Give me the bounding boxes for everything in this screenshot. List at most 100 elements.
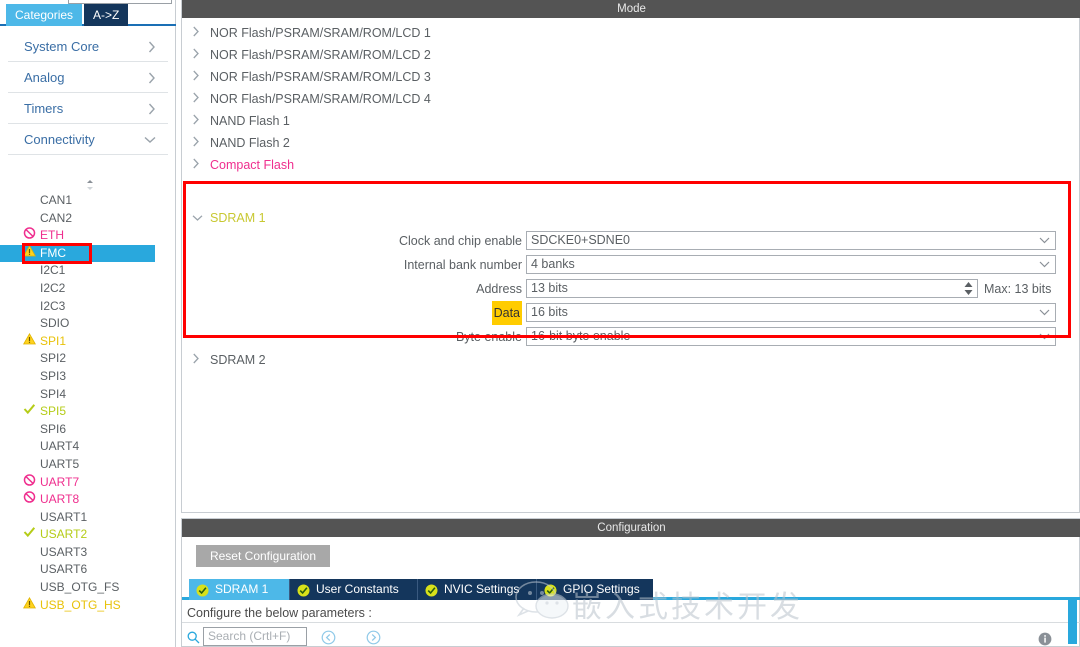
field-combobox[interactable]: 16 bits bbox=[526, 303, 1056, 322]
peripheral-item-i2c1[interactable]: I2C1 bbox=[0, 262, 176, 280]
field-spinner[interactable]: 13 bits bbox=[526, 279, 978, 298]
config-tab-nvic-settings[interactable]: NVIC Settings bbox=[417, 579, 536, 600]
tab-categories[interactable]: Categories bbox=[6, 4, 83, 26]
spinner-arrows-icon[interactable] bbox=[963, 281, 974, 296]
peripheral-item-uart4[interactable]: UART4 bbox=[0, 438, 176, 456]
peripheral-item-i2c2[interactable]: I2C2 bbox=[0, 280, 176, 298]
mode-tree-item-sdram2[interactable]: SDRAM 2 bbox=[182, 349, 1080, 371]
sdram1-field-row: Internal bank number 4 banks bbox=[182, 253, 1080, 277]
mode-tree-item[interactable]: NOR Flash/PSRAM/SRAM/ROM/LCD 1 bbox=[182, 22, 1080, 44]
field-combobox[interactable]: 16-bit byte enable bbox=[526, 327, 1056, 346]
config-tab-sdram-1[interactable]: SDRAM 1 bbox=[189, 579, 289, 600]
twisty-icon[interactable] bbox=[192, 22, 206, 44]
field-label: Address bbox=[476, 282, 522, 296]
prev-icon[interactable] bbox=[321, 630, 336, 645]
tab-a-to-z[interactable]: A->Z bbox=[84, 4, 129, 26]
mode-tree-label: Compact Flash bbox=[210, 158, 295, 172]
config-tab-gpio-settings[interactable]: GPIO Settings bbox=[536, 579, 653, 600]
peripheral-item-usart6[interactable]: USART6 bbox=[0, 561, 176, 579]
twisty-icon[interactable] bbox=[192, 66, 206, 88]
peripheral-label: USB_OTG_HS bbox=[40, 597, 121, 612]
search-input[interactable]: Search (Crtl+F) bbox=[203, 627, 307, 646]
peripheral-item-usart1[interactable]: USART1 bbox=[0, 509, 176, 527]
field-label: Data bbox=[491, 301, 522, 325]
mode-panel: Mode NOR Flash/PSRAM/SRAM/ROM/LCD 1 NOR F… bbox=[181, 0, 1080, 513]
next-icon[interactable] bbox=[366, 630, 381, 645]
peripheral-item-i2c3[interactable]: I2C3 bbox=[0, 298, 176, 316]
peripheral-item-spi3[interactable]: SPI3 bbox=[0, 368, 176, 386]
mode-tree-label: NAND Flash 2 bbox=[210, 136, 290, 150]
peripheral-label: I2C2 bbox=[40, 280, 66, 295]
mode-tree-item[interactable]: NOR Flash/PSRAM/SRAM/ROM/LCD 2 bbox=[182, 44, 1080, 66]
blank-icon bbox=[22, 298, 37, 316]
peripheral-item-spi4[interactable]: SPI4 bbox=[0, 386, 176, 404]
info-icon[interactable] bbox=[1038, 632, 1052, 646]
peripheral-item-spi1[interactable]: SPI1 bbox=[0, 332, 176, 351]
peripheral-label: ETH bbox=[40, 228, 64, 243]
chevron-down-icon bbox=[144, 124, 156, 155]
peripheral-item-sdio[interactable]: SDIO bbox=[0, 315, 176, 333]
peripheral-label: I2C1 bbox=[40, 263, 66, 278]
twisty-icon[interactable] bbox=[192, 349, 206, 371]
mode-tree: NOR Flash/PSRAM/SRAM/ROM/LCD 1 NOR Flash/… bbox=[182, 22, 1080, 176]
peripheral-label: SPI1 bbox=[40, 333, 67, 348]
peripheral-label: SPI6 bbox=[40, 421, 67, 436]
category-label: Timers bbox=[24, 101, 64, 116]
peripheral-label: SDIO bbox=[40, 316, 70, 331]
twisty-icon[interactable] bbox=[192, 88, 206, 110]
blank-icon bbox=[22, 210, 37, 228]
peripheral-item-fmc[interactable]: FMC bbox=[0, 244, 155, 263]
peripheral-item-eth[interactable]: ETH bbox=[0, 227, 176, 245]
mode-tree-item[interactable]: NAND Flash 2 bbox=[182, 132, 1080, 154]
mode-tree-item[interactable]: NAND Flash 1 bbox=[182, 110, 1080, 132]
sdram1-fields: SDRAM 1 Clock and chip enable SDCKE0+SDNE0… bbox=[182, 207, 1080, 371]
mode-tree-label: NOR Flash/PSRAM/SRAM/ROM/LCD 4 bbox=[210, 92, 431, 106]
peripheral-item-spi5[interactable]: SPI5 bbox=[0, 403, 176, 421]
twisty-icon[interactable] bbox=[192, 132, 206, 154]
twisty-icon[interactable] bbox=[192, 110, 206, 132]
peripheral-item-uart5[interactable]: UART5 bbox=[0, 456, 176, 474]
peripheral-item-usart3[interactable]: USART3 bbox=[0, 544, 176, 562]
peripheral-label: USART6 bbox=[40, 562, 88, 577]
configuration-scrollbar-thumb[interactable] bbox=[1068, 598, 1077, 644]
peripheral-item-uart8[interactable]: UART8 bbox=[0, 491, 176, 509]
category-connectivity[interactable]: Connectivity bbox=[8, 124, 168, 155]
peripheral-label: FMC bbox=[40, 245, 66, 260]
twisty-icon[interactable] bbox=[192, 207, 206, 229]
reset-configuration-button[interactable]: Reset Configuration bbox=[196, 545, 330, 567]
peripheral-item-spi6[interactable]: SPI6 bbox=[0, 421, 176, 439]
peripheral-item-usart2[interactable]: USART2 bbox=[0, 526, 176, 544]
chevron-right-icon bbox=[148, 93, 156, 124]
category-analog[interactable]: Analog bbox=[8, 62, 168, 93]
mode-tree-item[interactable]: Compact Flash bbox=[182, 154, 1080, 176]
peripheral-label: SPI3 bbox=[40, 368, 67, 383]
field-combobox[interactable]: 4 banks bbox=[526, 255, 1056, 274]
blank-icon bbox=[22, 456, 37, 474]
category-label: Analog bbox=[24, 70, 65, 85]
category-timers[interactable]: Timers bbox=[8, 93, 168, 124]
field-combobox[interactable]: SDCKE0+SDNE0 bbox=[526, 231, 1056, 250]
sdram1-field-row: Clock and chip enable SDCKE0+SDNE0 bbox=[182, 229, 1080, 253]
twisty-icon[interactable] bbox=[192, 154, 206, 176]
mode-tree-item-sdram1[interactable]: SDRAM 1 bbox=[182, 207, 1080, 229]
peripheral-item-usb_otg_hs[interactable]: USB_OTG_HS bbox=[0, 596, 176, 615]
peripheral-item-spi2[interactable]: SPI2 bbox=[0, 350, 176, 368]
twisty-icon[interactable] bbox=[192, 44, 206, 66]
peripheral-item-can1[interactable]: CAN1 bbox=[0, 192, 176, 210]
mode-tree-item[interactable]: NOR Flash/PSRAM/SRAM/ROM/LCD 4 bbox=[182, 88, 1080, 110]
warning-icon bbox=[22, 596, 37, 615]
config-tab-user-constants[interactable]: User Constants bbox=[289, 579, 417, 600]
category-system-core[interactable]: System Core bbox=[8, 31, 168, 62]
scroll-up-indicator[interactable] bbox=[84, 179, 96, 191]
no-entry-icon bbox=[22, 491, 37, 509]
configure-parameters-note: Configure the below parameters : bbox=[182, 603, 1080, 623]
peripheral-item-usb_otg_fs[interactable]: USB_OTG_FS bbox=[0, 579, 176, 597]
blank-icon bbox=[22, 386, 37, 404]
category-list: System Core Analog Timers Connectivity bbox=[8, 31, 168, 155]
config-tab-label: NVIC Settings bbox=[444, 582, 520, 596]
peripheral-label: UART5 bbox=[40, 456, 80, 471]
mode-tree-item[interactable]: NOR Flash/PSRAM/SRAM/ROM/LCD 3 bbox=[182, 66, 1080, 88]
peripheral-item-can2[interactable]: CAN2 bbox=[0, 210, 176, 228]
peripheral-item-uart7[interactable]: UART7 bbox=[0, 473, 176, 492]
sdram2-label: SDRAM 2 bbox=[210, 353, 266, 367]
